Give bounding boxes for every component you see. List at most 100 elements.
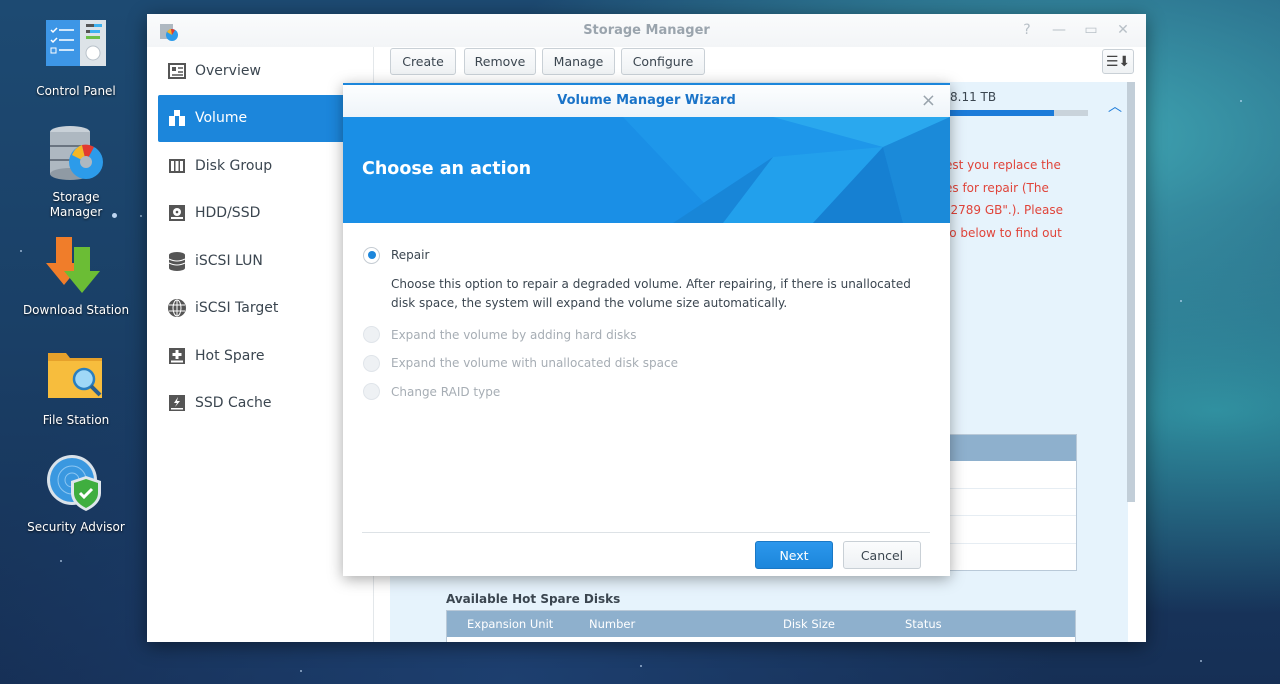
table-row[interactable] <box>946 461 1076 489</box>
sidebar-item-overview[interactable]: Overview <box>158 47 374 95</box>
volume-icon <box>167 108 187 128</box>
close-icon[interactable]: × <box>921 90 936 111</box>
radio-button-disabled <box>363 354 380 372</box>
sidebar-item-volume[interactable]: Volume <box>158 94 374 142</box>
desktop-icon-storage-manager[interactable]: Storage Manager <box>18 122 134 220</box>
close-icon[interactable]: ✕ <box>1114 22 1132 38</box>
desktop-icon-download-station[interactable]: Download Station <box>18 235 134 318</box>
collapse-chevron-icon[interactable]: ︿ <box>1108 96 1122 116</box>
star <box>300 670 302 672</box>
hot-spare-title: Available Hot Spare Disks <box>446 592 621 606</box>
option-expand-add-disks: Expand the volume by adding hard disks <box>363 321 930 350</box>
storage-manager-icon <box>44 122 108 186</box>
sort-icon: ☰⬇ <box>1105 53 1131 70</box>
sort-button[interactable]: ☰⬇ <box>1102 49 1134 74</box>
sidebar-item-disk-group[interactable]: Disk Group <box>158 142 374 190</box>
desktop-icon-label: File Station <box>42 413 110 427</box>
table-row <box>447 637 1075 642</box>
desktop-icon-security-advisor[interactable]: Security Advisor <box>18 452 134 535</box>
wizard-banner: Choose an action <box>343 117 950 223</box>
table-row[interactable] <box>946 489 1076 516</box>
globe-icon <box>167 298 187 318</box>
column-header[interactable]: Status <box>905 617 942 631</box>
star <box>1240 100 1242 102</box>
table-row[interactable] <box>946 516 1076 544</box>
radio-button-disabled <box>363 383 380 401</box>
star <box>60 560 62 562</box>
iscsi-lun-icon <box>167 251 187 271</box>
star <box>640 665 642 667</box>
warning-line: est you replace the <box>945 158 1061 172</box>
next-button[interactable]: Next <box>755 541 833 569</box>
capacity-bar <box>945 110 1088 116</box>
disk-info-table <box>945 434 1077 571</box>
maximize-icon[interactable]: ▭ <box>1082 22 1100 38</box>
option-label: Expand the volume with unallocated disk … <box>391 356 678 371</box>
capacity-text: 8.11 TB <box>950 90 997 104</box>
sidebar-item-label: Overview <box>195 62 261 79</box>
column-header[interactable]: Expansion Unit <box>467 617 553 631</box>
sidebar-item-label: Disk Group <box>195 157 273 174</box>
capacity-bar-fill <box>945 110 1054 116</box>
column-header[interactable]: Number <box>589 617 635 631</box>
minimize-icon[interactable]: — <box>1050 22 1068 38</box>
create-button[interactable]: Create <box>390 48 456 75</box>
option-repair[interactable]: Repair <box>363 241 930 270</box>
option-label: Change RAID type <box>391 384 501 399</box>
sidebar-item-label: HDD/SSD <box>195 205 261 222</box>
file-station-icon <box>44 345 108 409</box>
toolbar: Create Remove Manage Configure ☰⬇ <box>390 47 1146 81</box>
overview-icon <box>167 61 187 81</box>
action-options: Repair Choose this option to repair a de… <box>363 241 930 406</box>
cancel-button[interactable]: Cancel <box>843 541 921 569</box>
option-description: Choose this option to repair a degraded … <box>391 276 911 310</box>
sidebar-item-ssd-cache[interactable]: SSD Cache <box>158 380 374 428</box>
radio-button-checked[interactable] <box>363 246 380 264</box>
help-icon[interactable]: ? <box>1018 22 1036 38</box>
hdd-icon <box>167 203 187 223</box>
table-row[interactable] <box>946 544 1076 572</box>
dialog-header[interactable]: Volume Manager Wizard × <box>343 85 950 117</box>
star <box>1180 300 1182 302</box>
option-change-raid-type: Change RAID type <box>363 378 930 407</box>
remove-button[interactable]: Remove <box>464 48 536 75</box>
warning-line: "2789 GB".). Please <box>945 203 1063 218</box>
manage-button[interactable]: Manage <box>542 48 615 75</box>
star <box>140 215 142 217</box>
sidebar-item-label: SSD Cache <box>195 395 272 412</box>
desktop-icon-label: Storage Manager <box>18 190 134 220</box>
download-station-icon <box>44 235 108 299</box>
sidebar-item-iscsi-lun[interactable]: iSCSI LUN <box>158 237 374 285</box>
warning-line: fo below to find out <box>945 226 1062 241</box>
sidebar-item-label: iSCSI Target <box>195 300 279 317</box>
configure-button[interactable]: Configure <box>621 48 705 75</box>
window-title: Storage Manager <box>583 23 710 38</box>
hot-spare-table: Expansion Unit Number Disk Size Status <box>446 610 1076 642</box>
sidebar-item-label: iSCSI LUN <box>195 252 263 269</box>
hot-spare-icon <box>167 346 187 366</box>
window-titlebar[interactable]: Storage Manager ? — ▭ ✕ <box>147 14 1146 47</box>
desktop-icon-label: Download Station <box>22 303 130 317</box>
table-header <box>946 435 1076 461</box>
sidebar-item-label: Volume <box>195 110 248 127</box>
security-advisor-icon <box>44 452 108 516</box>
footer-divider <box>362 532 930 533</box>
column-header[interactable]: Disk Size <box>783 617 835 631</box>
option-expand-unallocated: Expand the volume with unallocated disk … <box>363 349 930 378</box>
label-line: Storage <box>52 190 100 204</box>
desktop-icon-label: Control Panel <box>36 84 116 98</box>
sidebar: Overview Volume Disk Group HDD/SSD iSCSI… <box>158 47 374 642</box>
sidebar-item-hot-spare[interactable]: Hot Spare <box>158 332 374 380</box>
disk-group-icon <box>167 156 187 176</box>
volume-manager-wizard-dialog: Volume Manager Wizard × Choose an action… <box>343 83 950 576</box>
sidebar-item-hdd-ssd[interactable]: HDD/SSD <box>158 190 374 238</box>
star <box>1200 660 1202 662</box>
label-line: Manager <box>49 205 103 219</box>
sidebar-item-iscsi-target[interactable]: iSCSI Target <box>158 285 374 333</box>
scrollbar[interactable] <box>1127 82 1135 502</box>
desktop-icon-control-panel[interactable]: Control Panel <box>18 16 134 99</box>
desktop-icon-file-station[interactable]: File Station <box>18 345 134 428</box>
wizard-step-heading: Choose an action <box>362 159 532 179</box>
option-label: Repair <box>391 248 430 263</box>
ssd-cache-icon <box>167 393 187 413</box>
